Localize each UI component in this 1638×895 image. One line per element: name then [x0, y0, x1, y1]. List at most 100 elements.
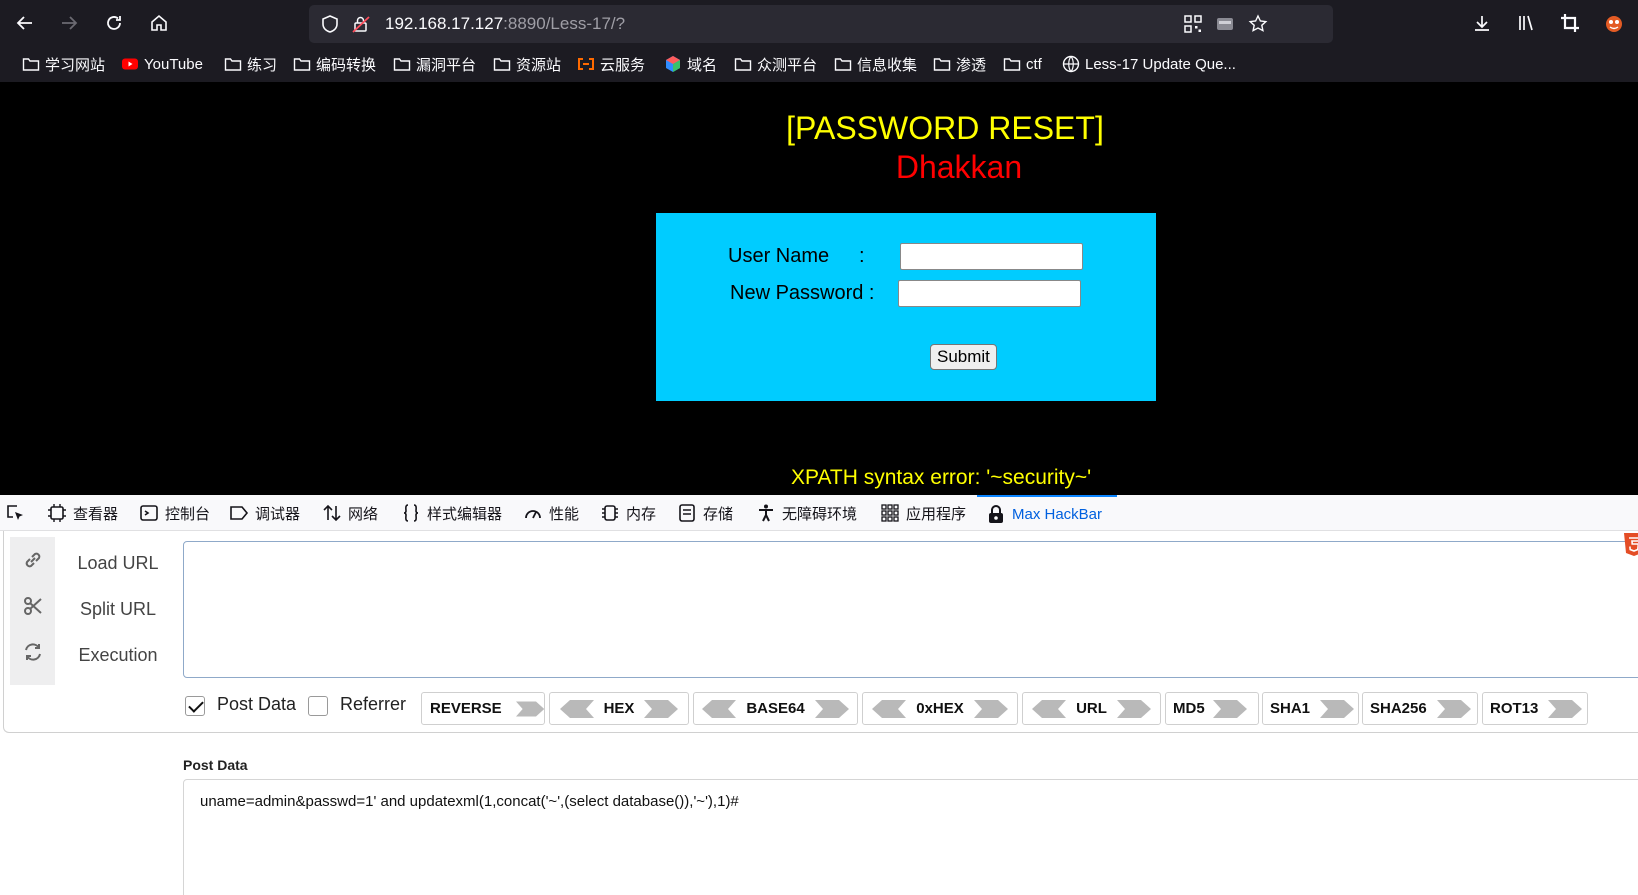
referrer-checkbox-label: Referrer — [340, 694, 407, 714]
shield-icon[interactable] — [320, 14, 340, 34]
arrow-right-icon — [1212, 699, 1247, 718]
url-path: :8890/Less-17/? — [503, 14, 626, 33]
bookmark-label: 渗透 — [956, 56, 987, 74]
new-password-label: New Password : — [730, 282, 875, 304]
braces-icon — [403, 504, 419, 522]
hex-button[interactable]: HEX — [549, 692, 689, 725]
execution-button[interactable]: Execution — [62, 645, 174, 666]
folder-icon — [293, 58, 311, 71]
download-icon — [1475, 16, 1489, 31]
encoder-label: ROT13 — [1490, 700, 1539, 717]
library-button[interactable] — [1513, 10, 1539, 36]
sha256-button[interactable]: SHA256 — [1362, 692, 1478, 725]
tab-label: 调试器 — [255, 505, 301, 523]
submit-button[interactable]: Submit — [930, 344, 997, 370]
tab-accessibility[interactable]: 无障碍环境 — [756, 495, 857, 531]
sha1-button[interactable]: SHA1 — [1262, 692, 1359, 725]
folder-icon — [933, 58, 951, 71]
tab-label: 网络 — [348, 505, 379, 523]
tab-memory[interactable]: 内存 — [600, 495, 656, 531]
bookmark-folder-pentest[interactable]: 渗透 — [933, 52, 986, 76]
post-data-textarea[interactable]: uname=admin&passwd=1' and updatexml(1,co… — [183, 779, 1638, 895]
bookmark-folder-resources[interactable]: 资源站 — [493, 52, 561, 76]
tab-style-editor[interactable]: 样式编辑器 — [401, 495, 502, 531]
bookmark-label: 资源站 — [516, 56, 562, 74]
bookmark-less17[interactable]: Less-17 Update Que... — [1062, 52, 1236, 76]
globe-icon — [1062, 55, 1080, 73]
tab-storage[interactable]: 存储 — [677, 495, 733, 531]
encoder-label: BASE64 — [746, 700, 805, 717]
crop-icon — [1561, 14, 1579, 32]
screenshot-button[interactable] — [1557, 10, 1583, 36]
tab-label: 控制台 — [165, 505, 211, 523]
page-content: [PASSWORD RESET] Dhakkan User Name : New… — [0, 82, 1638, 495]
insecure-lock-icon[interactable] — [351, 14, 371, 34]
url-textarea[interactable] — [183, 541, 1638, 678]
tab-network[interactable]: 网络 — [322, 495, 378, 531]
bookmark-folder-practice[interactable]: 练习 — [224, 52, 277, 76]
downloads-button[interactable] — [1469, 10, 1495, 36]
bookmark-folder-study[interactable]: 学习网站 — [22, 52, 105, 76]
url-encode-button[interactable]: URL — [1022, 692, 1161, 725]
arrow-right-icon — [1320, 699, 1355, 718]
tab-debugger[interactable]: 调试器 — [229, 495, 300, 531]
tab-max-hackbar[interactable]: Max HackBar — [977, 495, 1117, 531]
tab-console[interactable]: 控制台 — [139, 495, 210, 531]
encoder-label: REVERSE — [430, 700, 502, 717]
arrow-right-icon — [62, 16, 78, 30]
bookmark-folder-vuln[interactable]: 漏洞平台 — [393, 52, 476, 76]
url-text[interactable]: 192.168.17.127:8890/Less-17/? — [385, 14, 625, 34]
bookmark-folder-crowdtest[interactable]: 众测平台 — [734, 52, 817, 76]
md5-button[interactable]: MD5 — [1165, 692, 1259, 725]
bookmark-label: 信息收集 — [857, 56, 918, 74]
split-url-button[interactable]: Split URL — [62, 599, 174, 620]
hackbar-panel: Load URL Split URL Execution Post Data R… — [0, 531, 1638, 895]
bookmark-youtube[interactable]: YouTube — [121, 52, 203, 76]
folder-icon — [1003, 58, 1021, 71]
library-icon — [1519, 15, 1533, 31]
new-password-input[interactable] — [898, 280, 1081, 307]
referrer-checkbox[interactable] — [308, 696, 328, 716]
debugger-icon — [230, 506, 249, 520]
reverse-button[interactable]: REVERSE — [421, 692, 545, 725]
username-colon: : — [859, 245, 865, 267]
bookmark-star-button[interactable] — [1245, 11, 1271, 37]
encoder-label: HEX — [603, 700, 635, 717]
back-button[interactable] — [9, 8, 41, 38]
url-bar[interactable]: 192.168.17.127:8890/Less-17/? — [309, 5, 1333, 43]
forward-button[interactable] — [53, 8, 85, 38]
star-icon — [1248, 14, 1268, 32]
bookmark-folder-ctf[interactable]: ctf — [1003, 52, 1042, 76]
bookmark-cloud[interactable]: 云服务 — [577, 52, 645, 76]
arrow-right-icon — [973, 699, 1008, 718]
xpath-error-message: XPATH syntax error: '~security~' — [791, 466, 1092, 489]
reader-view-button[interactable] — [1212, 11, 1238, 37]
home-button[interactable] — [143, 8, 175, 38]
qr-code-button[interactable] — [1180, 11, 1206, 37]
base64-button[interactable]: BASE64 — [693, 692, 858, 725]
bookmark-label: 云服务 — [600, 56, 646, 74]
bookmark-folder-recon[interactable]: 信息收集 — [834, 52, 917, 76]
scissors-icon[interactable] — [22, 595, 44, 617]
tab-application[interactable]: 应用程序 — [880, 495, 966, 531]
folder-icon — [22, 58, 40, 71]
bookmark-domain[interactable]: 域名 — [664, 52, 717, 76]
bookmark-label: YouTube — [144, 55, 203, 73]
element-picker-button[interactable] — [5, 495, 25, 531]
load-url-button[interactable]: Load URL — [62, 553, 174, 574]
username-input[interactable] — [900, 243, 1083, 270]
link-icon[interactable] — [22, 549, 44, 571]
tab-performance[interactable]: 性能 — [523, 495, 579, 531]
post-data-checkbox[interactable] — [185, 696, 205, 716]
tab-inspector[interactable]: 查看器 — [47, 495, 118, 531]
extension-button[interactable] — [1601, 10, 1627, 36]
rot13-button[interactable]: ROT13 — [1482, 692, 1588, 725]
bookmark-folder-encoding[interactable]: 编码转换 — [293, 52, 376, 76]
0xhex-button[interactable]: 0xHEX — [862, 692, 1018, 725]
post-data-value: uname=admin&passwd=1' and updatexml(1,co… — [200, 793, 739, 810]
reload-button[interactable] — [98, 8, 130, 38]
arrow-right-icon — [1436, 699, 1471, 718]
tab-label: 内存 — [626, 505, 657, 523]
bookmark-label: Less-17 Update Que... — [1085, 55, 1236, 73]
refresh-icon[interactable] — [22, 641, 44, 663]
